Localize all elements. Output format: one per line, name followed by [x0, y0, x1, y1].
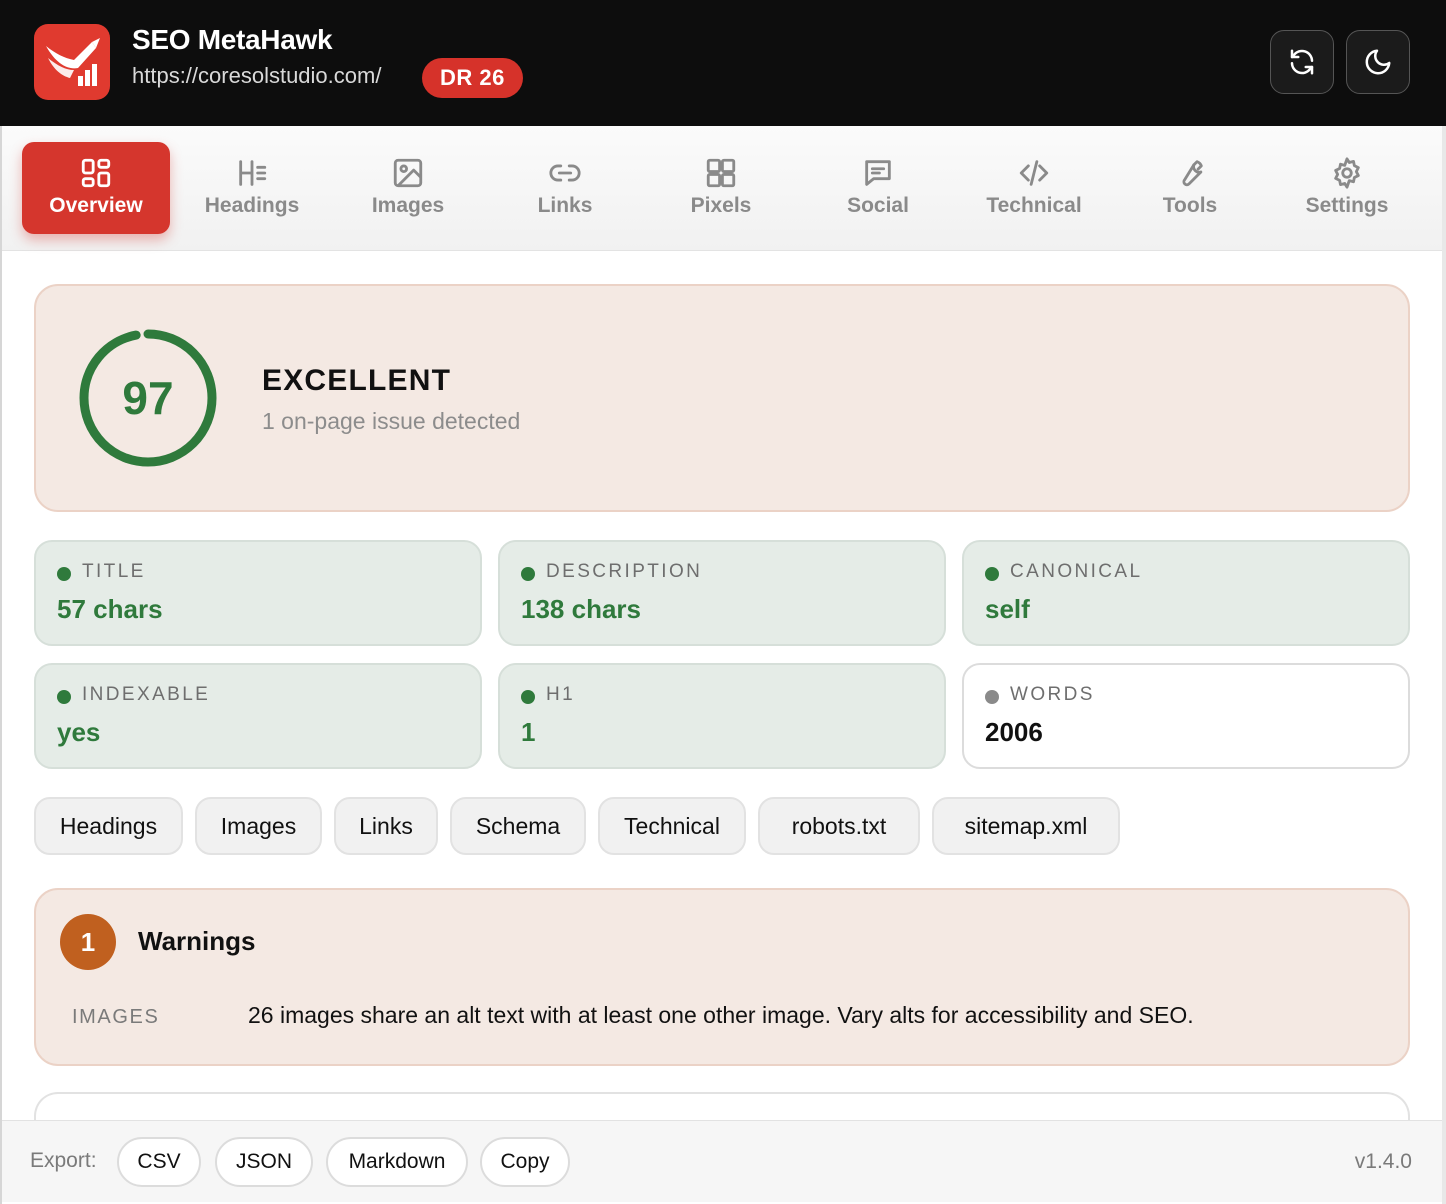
- tab-overview[interactable]: Overview: [22, 142, 170, 234]
- stat-label: WORDS: [1010, 684, 1095, 705]
- export-json-button[interactable]: JSON: [215, 1137, 313, 1187]
- seo-score-card: 97 EXCELLENT 1 on-page issue detected: [34, 284, 1410, 512]
- stat-title[interactable]: TITLE 57 chars: [34, 540, 482, 646]
- export-footer: Export: CSV JSON Markdown Copy v1.4.0: [2, 1120, 1442, 1202]
- stat-h1[interactable]: H1 1: [498, 663, 946, 769]
- quick-link-headings[interactable]: Headings: [34, 797, 183, 855]
- stat-value: yes: [57, 717, 101, 747]
- message-icon: [865, 160, 891, 186]
- app-logo: [34, 24, 110, 100]
- stat-value: 1: [521, 717, 536, 747]
- tab-label: Headings: [204, 194, 300, 217]
- moon-icon: [1365, 49, 1391, 75]
- gear-icon: [1334, 157, 1360, 189]
- export-markdown-button[interactable]: Markdown: [326, 1137, 468, 1187]
- stat-value: 2006: [985, 717, 1043, 747]
- status-dot: [521, 567, 535, 581]
- quick-link-sitemap[interactable]: sitemap.xml: [932, 797, 1120, 855]
- stat-indexable[interactable]: INDEXABLE yes: [34, 663, 482, 769]
- warnings-title: Warnings: [138, 926, 256, 956]
- page-url: https://coresolstudio.com/: [132, 63, 382, 88]
- pixels-grid-icon: [706, 158, 736, 188]
- app-version: v1.4.0: [1354, 1150, 1412, 1173]
- theme-toggle-button[interactable]: [1346, 30, 1410, 94]
- score-rating: EXCELLENT: [262, 364, 452, 397]
- quick-link-schema[interactable]: Schema: [450, 797, 586, 855]
- tab-pixels[interactable]: Pixels: [647, 142, 795, 234]
- image-icon: [393, 158, 423, 188]
- tab-label: Technical: [986, 194, 1082, 217]
- tab-label: Tools: [1162, 194, 1218, 217]
- stat-label: CANONICAL: [1010, 561, 1143, 582]
- warning-count-badge: 1: [60, 914, 116, 970]
- stat-label: TITLE: [82, 561, 146, 582]
- warning-message: 26 images share an alt text with at leas…: [248, 1002, 1194, 1028]
- status-dot: [521, 690, 535, 704]
- warnings-card: 1 Warnings IMAGES 26 images share an alt…: [34, 888, 1410, 1066]
- tab-label: Pixels: [690, 194, 752, 217]
- stat-label: INDEXABLE: [82, 684, 211, 705]
- copy-button[interactable]: Copy: [480, 1137, 570, 1187]
- app-title: SEO MetaHawk: [132, 24, 333, 55]
- code-icon: [1019, 160, 1049, 186]
- tab-label: Links: [537, 194, 593, 217]
- tab-label: Settings: [1305, 194, 1389, 217]
- tab-links[interactable]: Links: [491, 142, 639, 234]
- stat-label: H1: [546, 684, 576, 705]
- tab-settings[interactable]: Settings: [1273, 142, 1421, 234]
- stat-value: self: [985, 594, 1030, 624]
- app-header: SEO MetaHawk https://coresolstudio.com/ …: [0, 0, 1446, 126]
- refresh-icon: [1290, 49, 1314, 75]
- quick-link-images[interactable]: Images: [195, 797, 322, 855]
- window-right-edge: [1442, 0, 1446, 1204]
- tab-tools[interactable]: Tools: [1116, 142, 1264, 234]
- tab-bar: Overview Headings Images Links Pixels So…: [2, 126, 1442, 251]
- wrench-icon: [1182, 160, 1203, 187]
- tab-label: Social: [847, 194, 909, 217]
- status-dot: [985, 690, 999, 704]
- domain-rating-badge: DR 26: [422, 58, 523, 98]
- quick-link-links[interactable]: Links: [334, 797, 438, 855]
- grid-icon: [81, 158, 111, 188]
- quick-link-technical[interactable]: Technical: [598, 797, 746, 855]
- warning-category: IMAGES: [72, 1006, 160, 1028]
- status-dot: [57, 567, 71, 581]
- export-label: Export:: [30, 1149, 97, 1172]
- tab-technical[interactable]: Technical: [960, 142, 1108, 234]
- heading-icon: [239, 160, 267, 186]
- stat-words[interactable]: WORDS 2006: [962, 663, 1410, 769]
- export-csv-button[interactable]: CSV: [117, 1137, 201, 1187]
- tab-images[interactable]: Images: [334, 142, 482, 234]
- tab-label: Overview: [49, 194, 143, 217]
- status-dot: [985, 567, 999, 581]
- stat-label: DESCRIPTION: [546, 561, 703, 582]
- link-icon: [549, 164, 581, 182]
- score-summary: 1 on-page issue detected: [262, 408, 521, 434]
- tab-social[interactable]: Social: [804, 142, 952, 234]
- stat-description[interactable]: DESCRIPTION 138 chars: [498, 540, 946, 646]
- status-dot: [57, 690, 71, 704]
- tab-label: Images: [371, 194, 445, 217]
- stat-canonical[interactable]: CANONICAL self: [962, 540, 1410, 646]
- stat-value: 138 chars: [521, 594, 641, 624]
- hawk-logo-icon: [46, 38, 100, 86]
- tab-headings[interactable]: Headings: [178, 142, 326, 234]
- stat-value: 57 chars: [57, 594, 163, 624]
- quick-link-robots[interactable]: robots.txt: [758, 797, 920, 855]
- refresh-button[interactable]: [1270, 30, 1334, 94]
- score-value: 97: [122, 372, 174, 424]
